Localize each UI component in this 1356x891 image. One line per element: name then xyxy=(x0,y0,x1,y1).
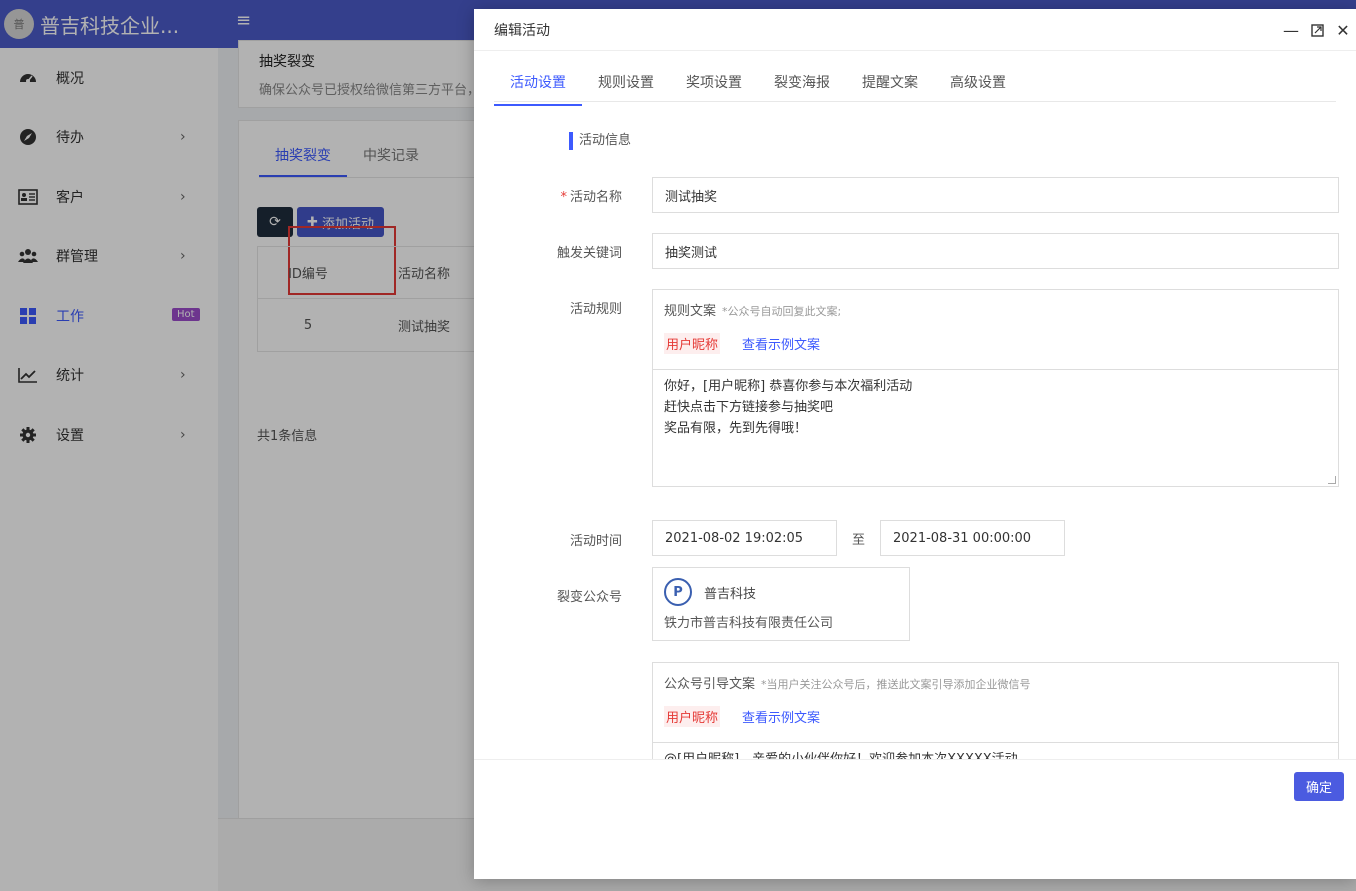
guide-editor-header: 公众号引导文案 *当用户关注公众号后，推送此文案引导添加企业微信号 用户昵称 查看… xyxy=(653,663,1338,743)
confirm-button[interactable]: 确定 xyxy=(1294,772,1344,801)
name-label: * 活动名称 xyxy=(534,186,622,205)
rule-line: 赶快点击下方链接参与抽奖吧 xyxy=(664,400,834,415)
rule-line: 奖品有限，先到先得哦！ xyxy=(664,421,808,436)
oa-company: 铁力市普吉科技有限责任公司 xyxy=(664,616,834,631)
edit-activity-modal: 编辑活动 — ✕ 活动设置 规则设置 奖项设置 裂变海报 提醒文案 高级设置 活… xyxy=(474,9,1356,879)
section-title: 活动信息 xyxy=(569,132,631,150)
modal-tabs: 活动设置 规则设置 奖项设置 裂变海报 提醒文案 高级设置 xyxy=(494,59,1022,106)
view-example-link[interactable]: 查看示例文案 xyxy=(742,334,820,353)
tab-advanced-settings[interactable]: 高级设置 xyxy=(934,59,1022,106)
tab-reminder-text[interactable]: 提醒文案 xyxy=(846,59,934,106)
time-label: 活动时间 xyxy=(569,534,622,549)
rule-title: 规则文案 xyxy=(664,304,717,319)
insert-nickname-tag[interactable]: 用户昵称 xyxy=(664,706,721,727)
window-controls: — ✕ xyxy=(1278,20,1356,40)
keyword-label: 触发关键词 xyxy=(556,246,622,261)
rule-editor-header: 规则文案 *公众号自动回复此文案; 用户昵称 查看示例文案 xyxy=(653,290,1338,370)
modal-header: 编辑活动 xyxy=(474,9,1356,51)
tab-prize-settings[interactable]: 奖项设置 xyxy=(670,59,758,106)
oa-top: P 普吉科技 xyxy=(664,578,898,606)
close-icon[interactable]: ✕ xyxy=(1330,20,1356,40)
view-example-link[interactable]: 查看示例文案 xyxy=(742,707,820,726)
tab-rule-settings[interactable]: 规则设置 xyxy=(582,59,670,106)
official-account-label: 裂变公众号 xyxy=(556,590,622,605)
guide-hint: *当用户关注公众号后，推送此文案引导添加企业微信号 xyxy=(761,678,1031,691)
minimize-icon[interactable]: — xyxy=(1278,20,1304,40)
guide-editor: 公众号引导文案 *当用户关注公众号后，推送此文案引导添加企业微信号 用户昵称 查看… xyxy=(652,662,1339,759)
guide-textarea[interactable]: @[用户昵称]，亲爱的小伙伴你好！欢迎参加本次XXXXX活动 xyxy=(653,743,1338,759)
name-label-text: 活动名称 xyxy=(569,190,622,205)
rule-hint: *公众号自动回复此文案; xyxy=(722,305,842,318)
rule-textarea[interactable]: 你好，[用户昵称] 恭喜你参与本次福利活动 赶快点击下方链接参与抽奖吧 奖品有限… xyxy=(653,370,1338,486)
trigger-keyword-input[interactable]: 抽奖测试 xyxy=(652,233,1339,269)
start-time-input[interactable]: 2021-08-02 19:02:05 xyxy=(652,520,837,556)
guide-line: @[用户昵称]，亲爱的小伙伴你好！欢迎参加本次XXXXX活动 xyxy=(664,749,1327,759)
rule-label: 活动规则 xyxy=(569,302,622,317)
rule-editor: 规则文案 *公众号自动回复此文案; 用户昵称 查看示例文案 你好，[用户昵称] 恭… xyxy=(652,289,1339,487)
guide-tags: 用户昵称 查看示例文案 xyxy=(664,706,1327,727)
resize-handle[interactable] xyxy=(1328,476,1336,484)
maximize-icon[interactable] xyxy=(1304,20,1330,40)
activity-name-input[interactable]: 测试抽奖 xyxy=(652,177,1339,213)
tab-activity-settings[interactable]: 活动设置 xyxy=(494,59,582,106)
tab-fission-poster[interactable]: 裂变海报 xyxy=(758,59,846,106)
insert-nickname-tag[interactable]: 用户昵称 xyxy=(664,333,721,354)
oa-name: 普吉科技 xyxy=(704,586,757,602)
time-separator: 至 xyxy=(852,533,866,548)
official-account-card[interactable]: P 普吉科技 铁力市普吉科技有限责任公司 xyxy=(652,567,910,641)
oa-logo-icon: P xyxy=(664,578,692,606)
guide-title: 公众号引导文案 xyxy=(664,677,756,692)
required-mark: * xyxy=(560,190,567,205)
rule-tags: 用户昵称 查看示例文案 xyxy=(664,333,1327,354)
modal-body[interactable]: 活动信息 * 活动名称 测试抽奖 触发关键词 抽奖测试 活动规则 规则文案 *公众号… xyxy=(474,102,1356,759)
rule-line: 你好，[用户昵称] 恭喜你参与本次福利活动 xyxy=(664,379,913,394)
modal-footer: 确定 xyxy=(474,759,1356,879)
end-time-input[interactable]: 2021-08-31 00:00:00 xyxy=(880,520,1065,556)
modal-title: 编辑活动 xyxy=(494,22,550,39)
